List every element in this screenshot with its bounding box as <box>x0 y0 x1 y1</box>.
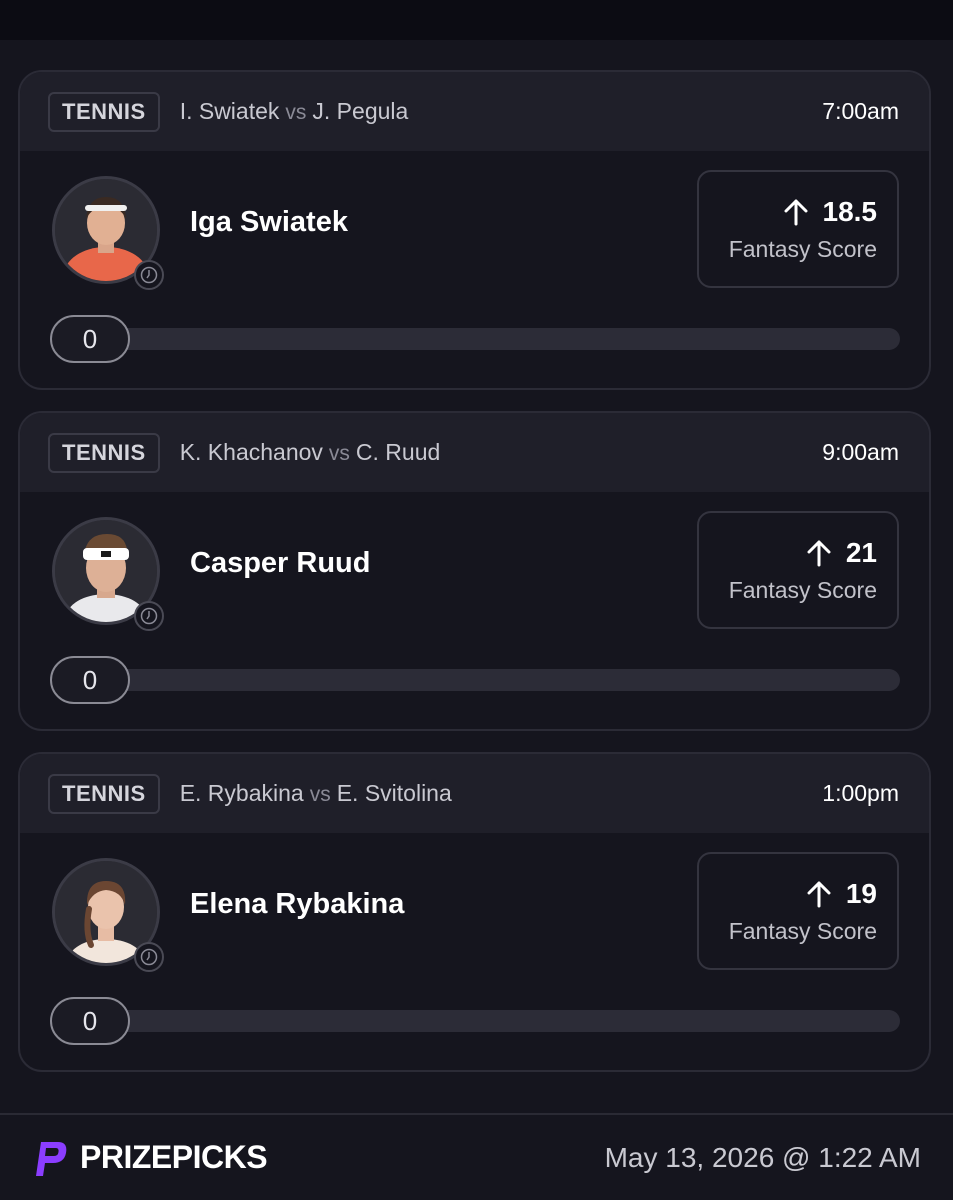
pick-card[interactable]: TENNIS E. Rybakina vs E. Svitolina 1:00p… <box>18 752 931 1072</box>
matchup: K. Khachanov vs C. Ruud <box>180 439 441 466</box>
brand-name: PRIZEPICKS <box>80 1139 268 1175</box>
matchup-vs: vs <box>328 442 350 465</box>
matchup-vs: vs <box>285 101 307 124</box>
progress-bar <box>60 328 900 350</box>
matchup-player-a: K. Khachanov <box>179 439 323 465</box>
clock-icon <box>134 942 164 972</box>
pick-list: TENNIS I. Swiatek vs J. Pegula 7:00am Ig… <box>18 70 931 1093</box>
stat-type: Fantasy Score <box>728 576 877 603</box>
pick-card[interactable]: TENNIS I. Swiatek vs J. Pegula 7:00am Ig… <box>18 70 931 390</box>
matchup-player-b: J. Pegula <box>312 98 409 124</box>
clock-icon <box>134 260 164 290</box>
player-avatar-wrap <box>52 858 164 972</box>
arrow-up-icon <box>807 540 831 566</box>
footer: PRIZEPICKS May 13, 2026 @ 1:22 AM <box>0 1113 953 1200</box>
player-name: Casper Ruud <box>190 547 371 579</box>
card-header: TENNIS E. Rybakina vs E. Svitolina 1:00p… <box>20 754 929 833</box>
brand: PRIZEPICKS <box>28 1136 268 1180</box>
current-score: 0 <box>50 997 130 1045</box>
pick-card[interactable]: TENNIS K. Khachanov vs C. Ruud 9:00am Ca… <box>18 411 931 731</box>
progress-bar <box>60 1010 900 1032</box>
game-time: 9:00am <box>822 439 899 465</box>
projection-box[interactable]: 21 Fantasy Score <box>697 511 899 629</box>
arrow-up-icon <box>784 199 807 225</box>
projection-box[interactable]: 18.5 Fantasy Score <box>697 170 899 288</box>
sport-badge: TENNIS <box>48 432 160 473</box>
matchup-player-b: C. Ruud <box>355 439 441 465</box>
sport-badge: TENNIS <box>48 773 160 814</box>
sport-badge: TENNIS <box>48 91 160 132</box>
arrow-up-icon <box>807 881 831 907</box>
projection-line: 19 <box>845 877 877 909</box>
player-name: Elena Rybakina <box>190 888 405 920</box>
player-name: Iga Swiatek <box>190 206 348 238</box>
current-score: 0 <box>50 656 130 704</box>
card-header: TENNIS I. Swiatek vs J. Pegula 7:00am <box>20 72 929 151</box>
matchup-player-b: E. Svitolina <box>336 780 452 806</box>
card-header: TENNIS K. Khachanov vs C. Ruud 9:00am <box>20 413 929 492</box>
game-time: 7:00am <box>822 98 899 124</box>
prizepicks-logo-icon <box>36 1141 67 1176</box>
projection-line: 21 <box>845 536 877 568</box>
matchup: E. Rybakina vs E. Svitolina <box>180 780 452 807</box>
matchup-vs: vs <box>309 783 331 806</box>
projection-box[interactable]: 19 Fantasy Score <box>697 852 899 970</box>
matchup: I. Swiatek vs J. Pegula <box>180 98 409 125</box>
matchup-player-a: I. Swiatek <box>179 98 280 124</box>
stat-type: Fantasy Score <box>728 235 877 262</box>
timestamp: May 13, 2026 @ 1:22 AM <box>604 1141 921 1173</box>
stat-type: Fantasy Score <box>728 917 877 944</box>
player-avatar-wrap <box>52 517 164 631</box>
player-avatar-wrap <box>52 176 164 290</box>
top-bar <box>0 0 953 40</box>
matchup-player-a: E. Rybakina <box>179 780 304 806</box>
projection-line: 18.5 <box>822 195 878 227</box>
progress-bar <box>60 669 900 691</box>
game-time: 1:00pm <box>822 780 899 806</box>
clock-icon <box>134 601 164 631</box>
current-score: 0 <box>50 315 130 363</box>
